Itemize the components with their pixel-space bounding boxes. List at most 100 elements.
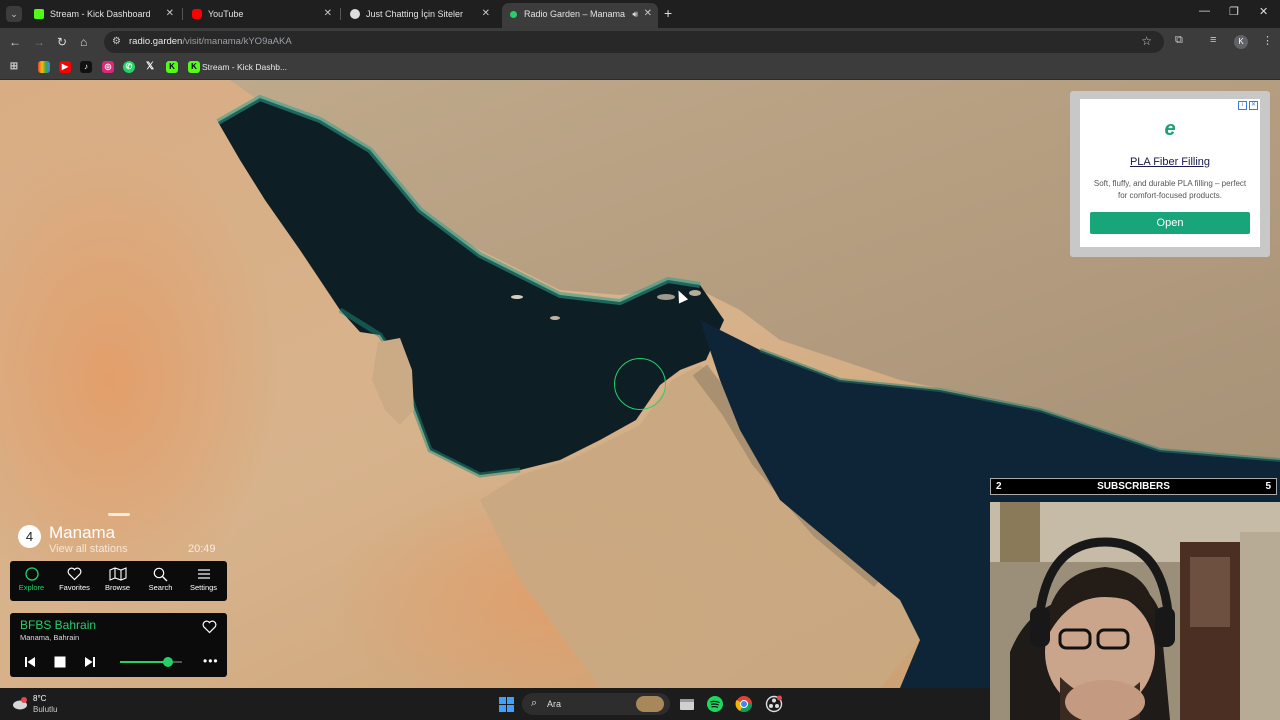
url-path: /visit/manama/kYO9aAKA	[182, 36, 292, 47]
close-tab-icon[interactable]: ✕	[644, 3, 652, 25]
maximize-icon[interactable]: ❐	[1229, 5, 1239, 18]
volume-fill	[120, 661, 168, 663]
extensions-icon[interactable]: ⧉	[1175, 34, 1183, 47]
instagram-icon[interactable]: ◎	[102, 61, 114, 73]
station-location: Manama, Bahrain	[20, 633, 80, 642]
kick-bookmark-icon[interactable]: K	[188, 61, 200, 73]
media-control-icon[interactable]: ≡	[1210, 34, 1216, 46]
nav-search[interactable]: Search	[139, 561, 182, 601]
forward-icon[interactable]: →	[33, 34, 45, 50]
apps-grid-icon[interactable]: ⊞	[8, 61, 20, 73]
spotify-icon[interactable]	[706, 695, 724, 713]
tiktok-icon[interactable]: ♪	[80, 61, 92, 73]
ad-choices-badge[interactable]: i ✕	[1238, 101, 1258, 110]
menu-icon	[182, 561, 225, 583]
browser-menu-icon[interactable]: ⋮	[1262, 34, 1273, 47]
ad-open-button[interactable]: Open	[1090, 212, 1250, 234]
ad-info-icon[interactable]: i	[1238, 101, 1247, 110]
windows-taskbar: 8°C Bulutlu ⌕ Ara	[0, 688, 990, 720]
heart-icon	[53, 561, 96, 583]
webcam-image	[990, 502, 1280, 720]
speaker-icon[interactable]: 🔊︎	[632, 3, 638, 25]
weather-temperature[interactable]: 8°C	[33, 694, 46, 703]
address-bar[interactable]: ⚙︎ radio.garden/visit/manama/kYO9aAKA ☆	[104, 31, 1164, 53]
close-window-icon[interactable]: ✕	[1259, 5, 1268, 18]
webcam-overlay	[990, 502, 1280, 720]
volume-slider[interactable]	[120, 657, 182, 667]
tab-strip: ⌄ Stream - Kick Dashboard ✕ YouTube ✕ Ju…	[0, 0, 1280, 28]
ad-description: Soft, fluffy, and durable PLA filling – …	[1093, 179, 1247, 200]
close-tab-icon[interactable]: ✕	[166, 3, 174, 25]
radio-garden-icon	[510, 11, 517, 18]
chrome-icon[interactable]	[735, 695, 753, 713]
subscriber-goal-bar: 2 SUBSCRIBERS 5	[990, 478, 1277, 495]
page-icon	[350, 9, 360, 19]
radio-nav: Explore Favorites Browse Search Settings	[10, 561, 227, 601]
next-icon[interactable]	[84, 655, 96, 673]
bookmark-star-icon[interactable]: ☆	[1141, 34, 1152, 48]
nav-explore[interactable]: Explore	[10, 561, 53, 601]
subscriber-label: SUBSCRIBERS	[1097, 481, 1170, 492]
url-text[interactable]: radio.garden/visit/manama/kYO9aAKA	[129, 31, 292, 53]
station-name[interactable]: BFBS Bahrain	[20, 618, 96, 632]
advertisement: i ✕ e PLA Fiber Filling Soft, fluffy, an…	[1070, 91, 1270, 257]
weather-description[interactable]: Bulutlu	[33, 705, 57, 714]
reload-icon[interactable]: ↻	[57, 34, 67, 50]
kick-icon[interactable]: K	[166, 61, 178, 73]
view-all-stations-link[interactable]: View all stations	[49, 543, 128, 555]
favorite-heart-icon[interactable]	[202, 620, 217, 639]
tab-just-chatting[interactable]: Just Chatting İçin Siteler ✕	[344, 3, 496, 25]
ad-close-icon[interactable]: ✕	[1249, 101, 1258, 110]
station-count-badge: 4	[18, 525, 41, 548]
panel-drag-handle[interactable]	[108, 513, 130, 516]
tab-youtube[interactable]: YouTube ✕	[186, 3, 338, 25]
gmail-icon[interactable]	[38, 61, 50, 73]
previous-icon[interactable]	[24, 655, 36, 673]
nav-favorites[interactable]: Favorites	[53, 561, 96, 601]
site-info-icon[interactable]: ⚙︎	[112, 36, 124, 48]
search-icon	[139, 561, 182, 583]
windows-start-icon[interactable]	[499, 697, 514, 712]
tab-radio-garden[interactable]: Radio Garden – Manama 🔊︎ ✕	[502, 3, 658, 28]
tab-divider	[340, 8, 341, 20]
minimize-icon[interactable]: —	[1199, 5, 1210, 17]
search-icon: ⌕	[531, 697, 538, 709]
search-highlight-icon	[636, 696, 664, 712]
location-title: Manama	[49, 523, 116, 542]
taskbar-search[interactable]: ⌕ Ara	[522, 693, 670, 715]
close-tab-icon[interactable]: ✕	[324, 3, 332, 25]
explore-icon	[10, 561, 53, 583]
new-tab-button[interactable]: +	[664, 5, 672, 21]
youtube-icon[interactable]: ▶	[59, 61, 71, 73]
radio-player: BFBS Bahrain Manama, Bahrain •••	[10, 613, 227, 677]
stop-icon[interactable]	[54, 655, 66, 673]
bookmarks-bar: ⊞ ▶ ♪ ◎ ✆ 𝕏 K K Stream - Kick Dashb...	[0, 56, 1280, 80]
more-options-icon[interactable]: •••	[203, 654, 219, 668]
bookmark-kick-dashboard[interactable]: Stream - Kick Dashb...	[202, 61, 287, 73]
weather-cloud-icon[interactable]	[12, 696, 28, 710]
back-icon[interactable]: ←	[9, 34, 21, 50]
profile-avatar[interactable]: K	[1234, 35, 1248, 49]
ad-card[interactable]: i ✕ e PLA Fiber Filling Soft, fluffy, an…	[1080, 99, 1260, 247]
local-time: 20:49	[188, 543, 216, 555]
youtube-icon	[192, 9, 202, 19]
tab-divider	[182, 8, 183, 20]
tab-search-button[interactable]: ⌄	[6, 6, 22, 22]
volume-knob[interactable]	[162, 657, 173, 667]
subscriber-goal: 5	[1265, 481, 1271, 492]
taskbar-search-placeholder: Ara	[547, 699, 562, 709]
browser-toolbar: ← → ↻ ⌂ ⚙︎ radio.garden/visit/manama/kYO…	[0, 28, 1280, 56]
nav-browse[interactable]: Browse	[96, 561, 139, 601]
ad-title[interactable]: PLA Fiber Filling	[1080, 156, 1260, 168]
close-tab-icon[interactable]: ✕	[482, 3, 490, 25]
nav-settings[interactable]: Settings	[182, 561, 225, 601]
obs-icon[interactable]	[765, 695, 783, 713]
x-icon[interactable]: 𝕏	[144, 61, 156, 73]
ad-logo-icon: e	[1164, 118, 1176, 140]
file-explorer-icon[interactable]	[678, 695, 696, 713]
whatsapp-icon[interactable]: ✆	[123, 61, 135, 73]
location-marker[interactable]	[614, 358, 666, 410]
tab-kick-dashboard[interactable]: Stream - Kick Dashboard ✕	[28, 3, 180, 25]
home-icon[interactable]: ⌂	[80, 34, 87, 50]
url-host: radio.garden	[129, 36, 183, 47]
